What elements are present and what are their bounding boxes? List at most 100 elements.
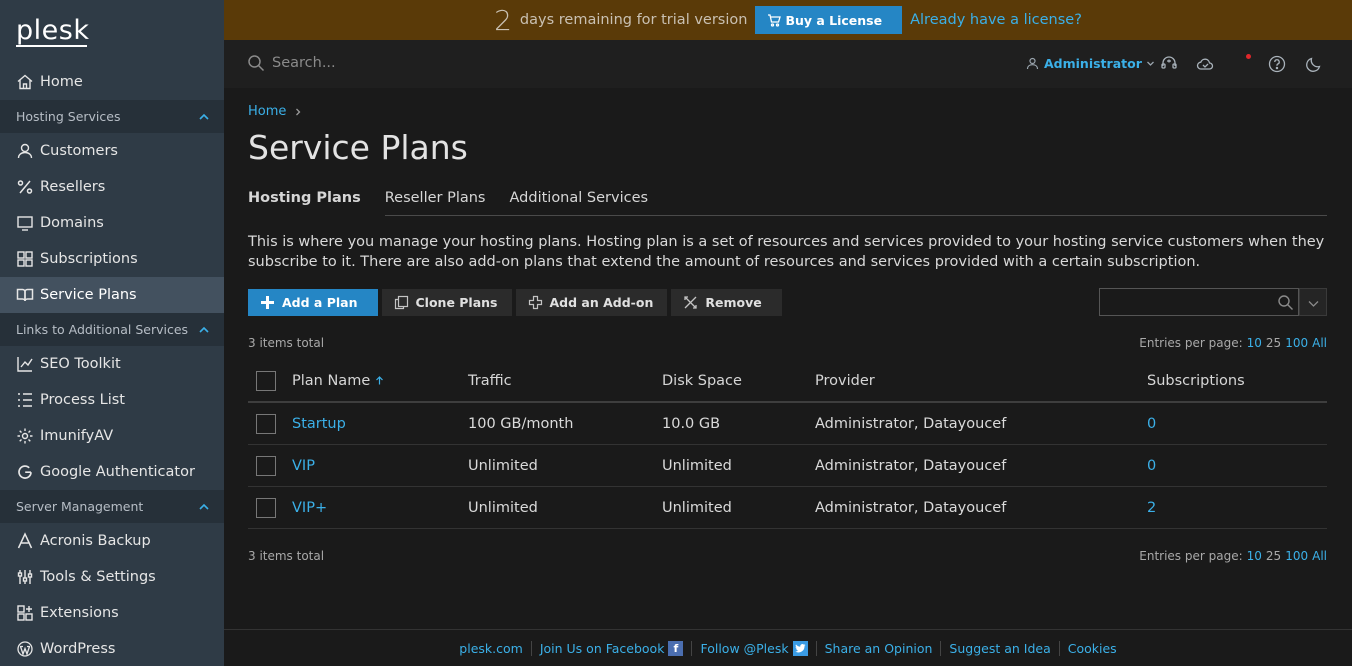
sidebar-item-wordpress[interactable]: WordPress (0, 631, 224, 666)
sidebar-item-domains[interactable]: Domains (0, 205, 224, 241)
page-size-100[interactable]: 100 (1285, 549, 1308, 563)
user-menu[interactable]: Administrator (1026, 56, 1155, 71)
notification-dot (1246, 54, 1251, 59)
sidebar-item-tools-settings[interactable]: Tools & Settings (0, 559, 224, 595)
table-row: VIP Unlimited Unlimited Administrator, D… (248, 445, 1327, 487)
remove-button[interactable]: Remove (671, 289, 782, 316)
sidebar-item-label: Tools & Settings (40, 569, 156, 585)
gear-icon (17, 428, 33, 444)
wordpress-icon (17, 641, 33, 657)
page-size-100[interactable]: 100 (1285, 336, 1308, 350)
sidebar-item-extensions[interactable]: Extensions (0, 595, 224, 631)
section-label: Server Management (16, 499, 144, 514)
sidebar-item-acronis-backup[interactable]: Acronis Backup (0, 523, 224, 559)
footer-link-cookies[interactable]: Cookies (1058, 640, 1125, 656)
row-checkbox[interactable] (256, 497, 276, 518)
footer-link-plesk[interactable]: plesk.com (451, 641, 531, 656)
items-total-top: 3 items total (248, 336, 325, 350)
plesk-logo[interactable]: plesk (0, 0, 224, 64)
already-have-license-link[interactable]: Already have a license? (910, 12, 1082, 28)
sidebar-item-customers[interactable]: Customers (0, 133, 224, 169)
sidebar-item-service-plans[interactable]: Service Plans (0, 277, 224, 313)
sidebar-item-seo-toolkit[interactable]: SEO Toolkit (0, 346, 224, 382)
column-plan-name[interactable]: Plan Name (292, 360, 384, 401)
column-disk-space[interactable]: Disk Space (662, 360, 742, 401)
sidebar-item-subscriptions[interactable]: Subscriptions (0, 241, 224, 277)
page-size-all[interactable]: All (1312, 549, 1327, 563)
sort-ascending-icon (376, 376, 384, 385)
page-size-25[interactable]: 25 (1266, 336, 1281, 350)
help-icon[interactable] (1268, 55, 1286, 73)
chevron-down-icon (1308, 301, 1319, 307)
subscriptions-link[interactable]: 2 (1147, 487, 1156, 528)
sidebar-item-home[interactable]: Home (0, 64, 224, 100)
search-options-dropdown[interactable] (1299, 288, 1327, 316)
list-toolbar: Add a Plan Clone Plans Add an Add-on Rem… (248, 289, 786, 316)
trial-text: days remaining for trial version (519, 12, 748, 28)
page-size-10[interactable]: 10 (1247, 549, 1262, 563)
clone-plans-button[interactable]: Clone Plans (381, 289, 512, 316)
twitter-icon (792, 640, 808, 656)
traffic-cell: Unlimited (468, 499, 538, 516)
sidebar-item-imunifyav[interactable]: ImunifyAV (0, 418, 224, 454)
plan-name-link[interactable]: Startup (292, 403, 346, 444)
plan-name-link[interactable]: VIP (292, 445, 315, 486)
page-size-25[interactable]: 25 (1266, 549, 1281, 563)
home-icon (17, 74, 33, 90)
add-plan-button[interactable]: Add a Plan (248, 289, 378, 316)
cloud-icon[interactable] (1196, 55, 1214, 73)
page-size-10[interactable]: 10 (1247, 336, 1262, 350)
sidebar-item-label: Domains (40, 215, 104, 231)
extensions-icon (17, 605, 33, 621)
add-addon-button[interactable]: Add an Add-on (515, 289, 668, 316)
footer-link-label: plesk.com (459, 640, 523, 656)
remove-icon (684, 296, 698, 309)
sidebar-item-process-list[interactable]: Process List (0, 382, 224, 418)
plus-icon (261, 296, 274, 309)
page-size-all[interactable]: All (1312, 336, 1327, 350)
tab-additional-services[interactable]: Additional Services (510, 190, 673, 216)
monitor-icon (17, 216, 33, 231)
row-checkbox[interactable] (256, 413, 276, 434)
sidebar-item-resellers[interactable]: Resellers (0, 169, 224, 205)
tab-hosting-plans[interactable]: Hosting Plans (248, 190, 385, 217)
logo-text: plesk (16, 15, 90, 47)
footer-link-facebook[interactable]: Join Us on Facebook f (530, 640, 692, 656)
section-hosting-services[interactable]: Hosting Services (0, 100, 224, 133)
plans-table: Plan Name Traffic Disk Space Provider Su… (248, 360, 1327, 529)
column-provider[interactable]: Provider (815, 360, 875, 401)
buy-license-button[interactable]: Buy a License (755, 6, 903, 34)
sidebar-item-google-authenticator[interactable]: Google Authenticator (0, 454, 224, 490)
footer-link-suggest-idea[interactable]: Suggest an Idea (940, 640, 1058, 656)
footer-link-share-opinion[interactable]: Share an Opinion (815, 640, 941, 656)
global-search-input[interactable]: Search... (272, 55, 336, 71)
plan-tabs: Hosting Plans Reseller Plans Additional … (248, 190, 1327, 217)
chevron-right-icon (296, 108, 301, 115)
clone-plans-label: Clone Plans (415, 295, 498, 310)
section-server-management[interactable]: Server Management (0, 490, 224, 523)
section-additional-services[interactable]: Links to Additional Services (0, 313, 224, 346)
logo-underline (16, 45, 88, 47)
sidebar-item-label: Resellers (40, 179, 106, 195)
sidebar-item-label: Customers (40, 143, 118, 159)
select-all-checkbox[interactable] (256, 370, 276, 391)
row-checkbox[interactable] (256, 455, 276, 476)
footer-link-label: Cookies (1067, 640, 1117, 656)
list-icon (18, 393, 32, 407)
column-traffic[interactable]: Traffic (468, 360, 512, 401)
tab-reseller-plans[interactable]: Reseller Plans (385, 190, 510, 216)
dark-mode-icon[interactable] (1305, 55, 1323, 73)
breadcrumb-home-link[interactable]: Home (248, 104, 286, 119)
column-subscriptions[interactable]: Subscriptions (1147, 360, 1245, 401)
support-icon[interactable] (1160, 55, 1178, 73)
footer-link-twitter[interactable]: Follow @Plesk (691, 640, 815, 656)
subscriptions-link[interactable]: 0 (1147, 445, 1156, 486)
subscriptions-link[interactable]: 0 (1147, 403, 1156, 444)
grid-icon (17, 251, 33, 267)
page-description: This is where you manage your hosting pl… (248, 234, 1325, 270)
plan-name-link[interactable]: VIP+ (292, 487, 327, 528)
table-header-row: Plan Name Traffic Disk Space Provider Su… (248, 360, 1327, 403)
footer-link-label: Share an Opinion (824, 640, 933, 656)
sidebar-item-label: Google Authenticator (40, 464, 195, 480)
list-search-input[interactable] (1099, 288, 1299, 316)
